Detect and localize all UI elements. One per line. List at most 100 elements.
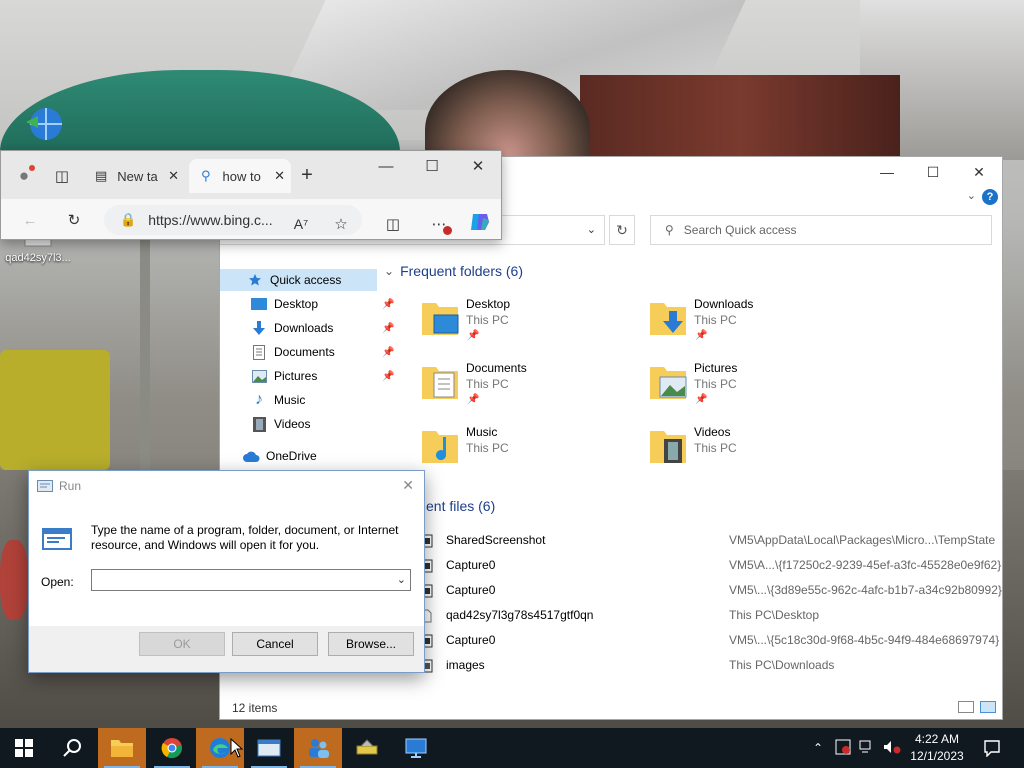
edge-icon: [210, 738, 230, 758]
search-button[interactable]: [48, 728, 96, 768]
lock-icon: 🔒: [120, 212, 137, 227]
security-icon[interactable]: [835, 739, 851, 758]
new-tab-button[interactable]: +: [296, 164, 318, 186]
address-bar[interactable]: 🔒 https://www.bing.c...: [104, 205, 362, 235]
pin-icon: 📌: [382, 298, 395, 310]
nav-item-onedrive[interactable]: OneDrive: [242, 445, 317, 467]
close-tab-icon[interactable]: ✕: [168, 168, 179, 184]
frequent-folders-header[interactable]: ⌄ Frequent folders (6): [384, 263, 523, 279]
help-icon[interactable]: ?: [982, 189, 998, 205]
large-icons-view-icon[interactable]: [980, 701, 996, 713]
chevron-down-icon: ⌄: [384, 264, 395, 278]
taskbar-network-app[interactable]: [392, 728, 440, 768]
url-text: https://www.bing.c...: [148, 212, 273, 228]
profile-icon[interactable]: ●: [13, 165, 35, 187]
open-input[interactable]: ⌄: [91, 569, 411, 591]
pin-icon: 📌: [695, 394, 708, 405]
taskbar-chrome[interactable]: [148, 728, 196, 768]
pictures-folder-icon: [650, 367, 687, 399]
pictures-icon: [250, 369, 268, 383]
dialog-titlebar: Run: [29, 471, 424, 501]
cloud-icon: [242, 451, 260, 462]
dialog-description: Type the name of a program, folder, docu…: [91, 523, 399, 552]
pin-icon: 📌: [467, 330, 480, 341]
taskbar-run[interactable]: [245, 728, 293, 768]
chrome-icon: [161, 738, 182, 759]
cancel-button[interactable]: Cancel: [232, 632, 318, 656]
show-hidden-icons-icon[interactable]: ⌃: [813, 741, 823, 755]
pin-icon: 📌: [382, 346, 395, 358]
clock-time: 4:22 AM: [914, 732, 960, 746]
folder-tile-downloads[interactable]: Downloads This PC 📌: [648, 297, 868, 353]
folder-tile-videos[interactable]: Videos This PC: [648, 425, 868, 481]
maximize-button[interactable]: ☐: [910, 157, 956, 187]
recent-file-row[interactable]: Capture0 VM5\...\{3d89e55c-962c-4afc-b1b…: [419, 580, 1002, 602]
recent-file-row[interactable]: SharedScreenshot VM5\AppData\Local\Packa…: [419, 530, 999, 552]
minimize-button[interactable]: —: [375, 155, 397, 177]
more-options-icon[interactable]: ⋯: [428, 213, 452, 235]
music-folder-icon: [422, 431, 458, 463]
copilot-icon[interactable]: [469, 211, 491, 233]
taskbar-remote-app[interactable]: [294, 728, 342, 768]
start-button[interactable]: [0, 728, 48, 768]
close-button[interactable]: ✕: [956, 157, 1002, 187]
pin-icon: 📌: [695, 330, 708, 341]
nav-item-quick-access[interactable]: Quick access: [220, 269, 377, 291]
recent-files-header[interactable]: ent files (6): [426, 498, 495, 514]
nav-item-pictures[interactable]: Pictures 📌: [250, 365, 394, 387]
action-center-button[interactable]: [968, 728, 1016, 768]
recent-file-row[interactable]: images This PC\Downloads: [419, 655, 999, 677]
maximize-button[interactable]: ☐: [421, 155, 443, 177]
navigation-pane: Quick access Desktop 📌 Downloads 📌 Docum…: [220, 261, 394, 463]
browse-button[interactable]: Browse...: [328, 632, 414, 656]
volume-muted-icon[interactable]: [883, 740, 901, 757]
clock[interactable]: 4:22 AM 12/1/2023: [902, 731, 972, 765]
recent-file-row[interactable]: Capture0 VM5\A...\{f17250c2-9239-45ef-a3…: [419, 555, 1001, 577]
star-icon: [246, 273, 264, 287]
close-tab-icon[interactable]: ✕: [274, 168, 285, 184]
close-button[interactable]: ✕: [467, 155, 489, 177]
back-icon[interactable]: ←: [19, 209, 41, 231]
chevron-down-icon[interactable]: ⌄: [397, 573, 406, 586]
notification-icon: [984, 740, 1000, 757]
ok-button[interactable]: OK: [139, 632, 225, 656]
favorite-star-icon[interactable]: ☆: [330, 213, 352, 235]
nav-item-desktop[interactable]: Desktop 📌: [250, 293, 394, 315]
folder-tile-music[interactable]: Music This PC: [420, 425, 640, 481]
split-screen-icon[interactable]: ◫: [382, 213, 404, 235]
read-aloud-icon[interactable]: A⁷: [290, 213, 312, 235]
taskbar-tool[interactable]: [343, 728, 391, 768]
details-view-icon[interactable]: [958, 701, 974, 713]
tab-page-icon: ▤: [95, 168, 108, 183]
nav-item-documents[interactable]: Documents 📌: [250, 341, 394, 363]
tab-label: how to: [222, 168, 261, 184]
search-input[interactable]: ⚲ Search Quick access: [650, 215, 992, 245]
close-icon[interactable]: ✕: [402, 477, 414, 494]
desktop-icon-label: qad42sy7l3...: [5, 252, 71, 264]
refresh-button[interactable]: ↻: [609, 215, 635, 245]
nav-item-downloads[interactable]: Downloads 📌: [250, 317, 394, 339]
folder-tile-pictures[interactable]: Pictures This PC 📌: [648, 361, 868, 417]
recent-file-row[interactable]: qad42sy7l3g78s4517gtf0qn This PC\Desktop: [419, 605, 999, 627]
download-arrow-icon: [250, 321, 268, 335]
tab-bing-search[interactable]: ⚲ how to ✕: [189, 159, 291, 193]
tab-actions-icon[interactable]: ◫: [51, 165, 73, 187]
chevron-down-icon[interactable]: ⌄: [587, 223, 596, 236]
system-tray: ⌃: [813, 728, 901, 768]
dialog-title: Run: [59, 479, 82, 493]
expand-ribbon-icon[interactable]: ⌄: [967, 189, 976, 202]
desktop-folder-icon: [422, 303, 459, 335]
network-icon[interactable]: [859, 740, 875, 757]
network-monitor-icon: [405, 738, 427, 758]
nav-item-videos[interactable]: Videos: [250, 413, 310, 435]
taskbar-file-explorer[interactable]: [98, 728, 146, 768]
minimize-button[interactable]: —: [864, 157, 910, 187]
desktop-icon-app[interactable]: [2, 104, 78, 150]
view-buttons: [958, 701, 996, 713]
tab-new-tab[interactable]: ▤ New ta ✕: [87, 159, 185, 193]
refresh-icon[interactable]: ↻: [63, 209, 85, 231]
folder-tile-documents[interactable]: Documents This PC 📌: [420, 361, 640, 417]
recent-file-row[interactable]: Capture0 VM5\...\{5c18c30d-9f68-4b5c-94f…: [419, 630, 999, 652]
folder-tile-desktop[interactable]: Desktop This PC 📌: [420, 297, 640, 353]
nav-item-music[interactable]: ♪ Music: [250, 389, 305, 411]
